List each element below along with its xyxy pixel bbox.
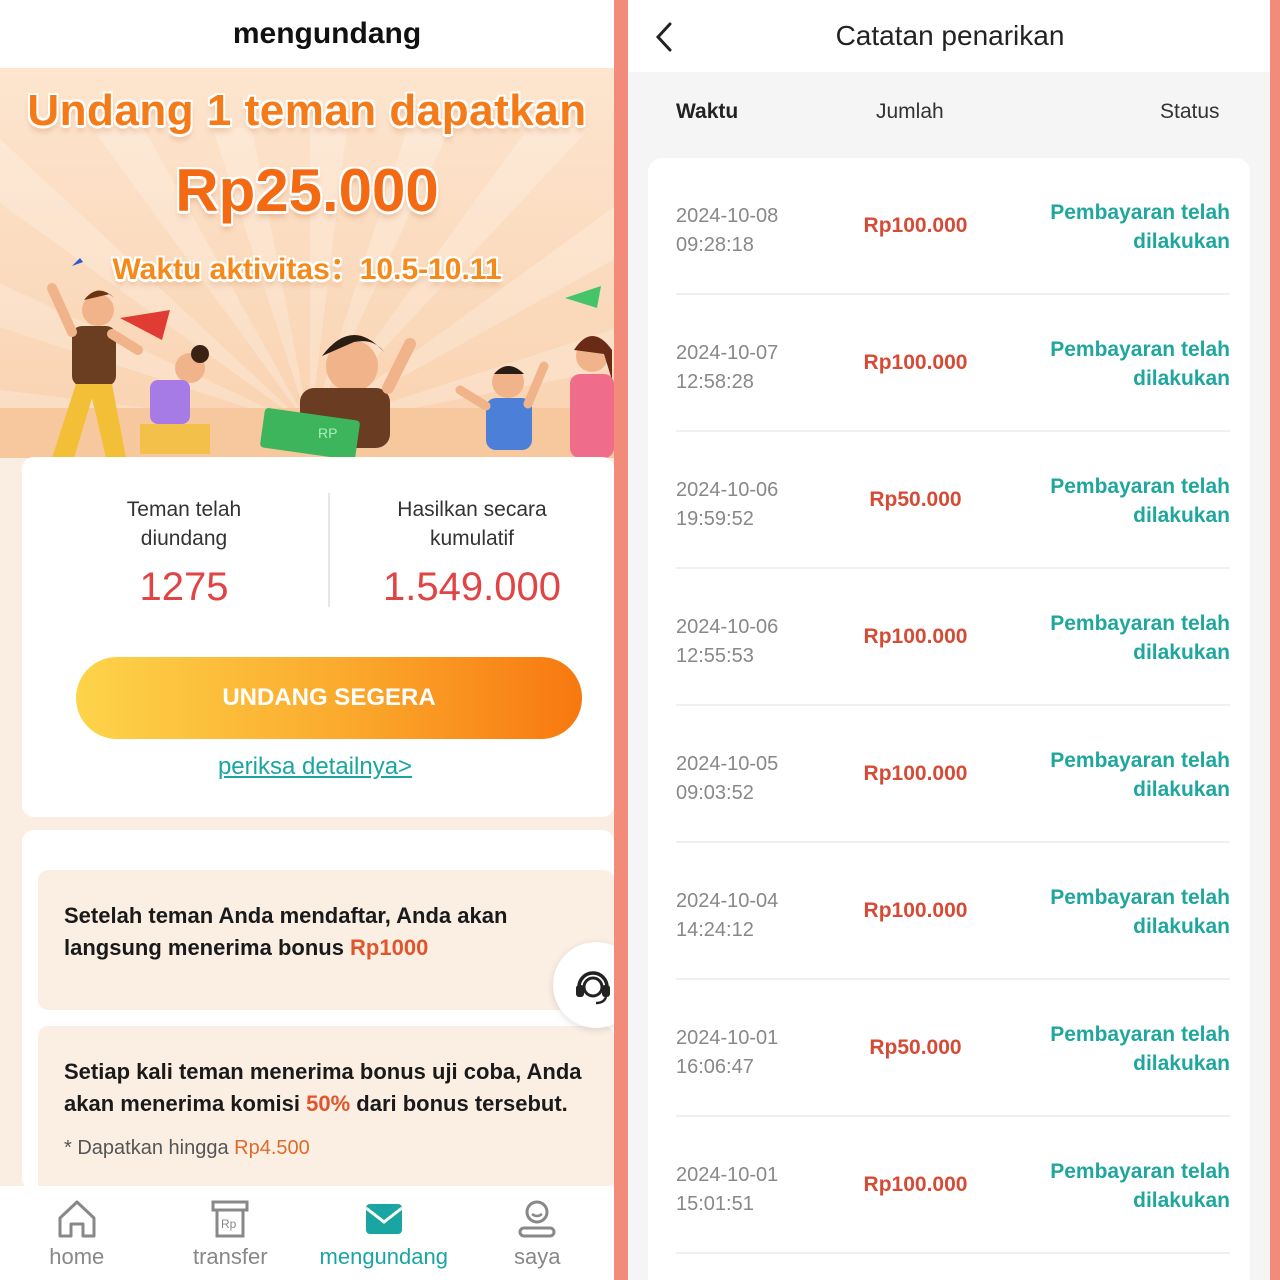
withdrawal-date: 2024-10-04 — [676, 890, 779, 912]
withdrawal-time: 2024-10-08 09:28:18 — [676, 202, 778, 260]
withdrawal-history-screen: Catatan penarikan Waktu Jumlah Status 20… — [628, 0, 1270, 1280]
withdrawal-amount: Rp100.000 — [863, 762, 968, 785]
headset-icon — [576, 971, 610, 1005]
transfer-icon: Rp — [211, 1200, 249, 1238]
withdrawal-date: 2024-10-07 — [676, 342, 779, 364]
withdrawal-row: 2024-10-01 16:06:47 Rp50.000 Pembayaran tel… — [648, 980, 1250, 1117]
withdrawal-row: 2024-10-05 09:03:52 Rp100.000 Pembayaran te… — [648, 706, 1250, 843]
commission-rate: 50% — [306, 1091, 351, 1116]
earnings-stat: Hasilkan secara kumulatif 1.549.000 — [327, 495, 614, 610]
withdrawal-status: Pembayaran telah dilakukan — [1050, 749, 1230, 801]
withdrawal-header: Catatan penarikan — [628, 0, 1270, 72]
celebration-illustration: RP — [47, 258, 614, 458]
withdrawal-clock: 09:28:18 — [676, 234, 754, 256]
withdrawal-records-list: 2024-10-08 09:28:18 Rp100.000 Pembayaran te… — [648, 158, 1250, 1280]
withdrawal-time: 2024-10-04 14:24:12 — [676, 887, 778, 945]
withdrawal-date: 2024-10-01 — [676, 1027, 779, 1049]
profile-icon — [518, 1200, 556, 1238]
rule-signup-bonus: Setelah teman Anda mendaftar, Anda akan … — [38, 870, 614, 1010]
withdrawal-clock: 15:01:51 — [676, 1193, 754, 1215]
withdrawal-amount: Rp50.000 — [869, 1036, 962, 1059]
invite-now-button[interactable]: UNDANG SEGERA — [76, 657, 582, 739]
withdrawal-date: 2024-10-05 — [676, 753, 779, 775]
withdrawal-status: Pembayaran telah dilakukan — [1050, 475, 1230, 527]
withdrawal-status: Pembayaran telah dilakukan — [1050, 1160, 1230, 1212]
bottom-tab-bar: home Rp transfer mengundang saya — [0, 1186, 614, 1280]
column-header-status: Status — [1160, 100, 1220, 123]
column-header-amount: Jumlah — [876, 100, 944, 123]
withdrawal-time: 2024-10-01 15:01:51 — [676, 1161, 778, 1219]
invited-label-line2: diundang — [140, 527, 228, 550]
banner-amount: Rp25.000 — [175, 157, 439, 224]
column-header-time: Waktu — [676, 100, 739, 123]
withdrawal-date: 2024-10-06 — [676, 479, 779, 501]
withdrawal-status: Pembayaran telah dilakukan — [1050, 612, 1230, 664]
withdrawal-amount: Rp100.000 — [863, 351, 968, 374]
invite-icon — [364, 1204, 403, 1234]
invited-label-line1: Teman telah — [126, 498, 242, 521]
withdrawal-time: 2024-10-05 09:03:52 — [676, 750, 778, 808]
withdrawal-time: 2024-10-06 12:55:53 — [676, 613, 778, 671]
withdrawal-status: Pembayaran telah dilakukan — [1050, 338, 1230, 390]
withdrawal-clock: 09:03:52 — [676, 782, 754, 804]
signup-bonus-amount: Rp1000 — [350, 935, 429, 960]
invite-header: mengundang — [0, 0, 614, 68]
withdrawal-amount: Rp50.000 — [869, 488, 962, 511]
tab-transfer[interactable]: Rp transfer — [154, 1186, 308, 1280]
commission-note: * Dapatkan hingga Rp4.500 — [64, 1137, 310, 1159]
withdrawal-clock: 12:55:53 — [676, 645, 754, 667]
withdrawal-date: 2024-10-01 — [676, 1164, 779, 1186]
view-details-link[interactable]: periksa detailnya> — [8, 753, 614, 781]
withdrawal-status: Pembayaran telah dilakukan — [1050, 886, 1230, 938]
withdrawal-time: 2024-10-06 19:59:52 — [676, 476, 778, 534]
withdrawal-time: 2024-10-01 16:06:47 — [676, 1024, 778, 1082]
tab-home[interactable]: home — [0, 1186, 154, 1280]
page-title: mengundang — [232, 17, 422, 50]
promo-banner: Undang 1 teman dapatkan Rp25.000 Waktu a… — [0, 68, 614, 458]
withdrawal-status: Pembayaran telah dilakukan — [1050, 201, 1230, 253]
tab-profile[interactable]: saya — [461, 1186, 615, 1280]
tab-invite[interactable]: mengundang — [307, 1186, 461, 1280]
back-arrow-icon[interactable] — [650, 20, 680, 54]
invite-rules-card: Setelah teman Anda mendaftar, Anda akan … — [22, 830, 614, 1196]
money-note-label: RP — [318, 425, 337, 441]
withdrawal-clock: 14:24:12 — [676, 919, 754, 941]
withdrawal-date: 2024-10-06 — [676, 616, 779, 638]
withdrawal-date: 2024-10-08 — [676, 205, 779, 227]
withdrawal-clock: 12:58:28 — [676, 371, 754, 393]
invited-count-value: 1275 — [139, 565, 229, 609]
withdrawal-row: 2024-10-01 15:01:51 Rp100.000 Pembayaran te… — [648, 1117, 1250, 1254]
withdrawal-row: 2024-10-08 09:28:18 Rp100.000 Pembayaran te… — [648, 158, 1250, 295]
home-icon — [58, 1200, 96, 1238]
withdrawal-amount: Rp100.000 — [863, 214, 968, 237]
invite-screen: mengundang Undang 1 teman dapatkan Rp25.… — [0, 0, 614, 1280]
row-divider — [676, 1252, 1230, 1254]
page-title: Catatan penarikan — [835, 20, 1065, 51]
invited-count-stat: Teman telah diundang 1275 — [34, 495, 334, 610]
banner-headline: Undang 1 teman dapatkan — [27, 86, 587, 135]
withdrawal-time: 2024-10-07 12:58:28 — [676, 339, 778, 397]
rule-commission: Setiap kali teman menerima bonus uji cob… — [38, 1026, 614, 1196]
withdrawal-row: 2024-10-04 14:24:12 Rp100.000 Pembayaran te… — [648, 843, 1250, 980]
svg-text:Rp: Rp — [221, 1217, 237, 1231]
withdrawal-amount: Rp100.000 — [863, 899, 968, 922]
withdrawal-amount: Rp100.000 — [863, 1173, 968, 1196]
withdrawal-amount: Rp100.000 — [863, 625, 968, 648]
withdrawal-row: 2024-10-06 12:55:53 Rp100.000 Pembayaran te… — [648, 569, 1250, 706]
withdrawal-row: 2024-10-06 19:59:52 Rp50.000 Pembayaran tel… — [648, 432, 1250, 569]
earned-value: 1.549.000 — [383, 565, 561, 609]
withdrawal-status: Pembayaran telah dilakukan — [1050, 1023, 1230, 1075]
withdrawal-clock: 16:06:47 — [676, 1056, 754, 1078]
commission-max: Rp4.500 — [234, 1137, 310, 1159]
withdrawal-row: 2024-10-07 12:58:28 Rp100.000 Pembayaran te… — [648, 295, 1250, 432]
earned-label-line1: Hasilkan secara — [397, 498, 547, 521]
invite-stats-card: Teman telah diundang 1275 Hasilkan secar… — [22, 457, 614, 817]
earned-label-line2: kumulatif — [429, 527, 515, 550]
withdrawal-clock: 19:59:52 — [676, 508, 754, 530]
